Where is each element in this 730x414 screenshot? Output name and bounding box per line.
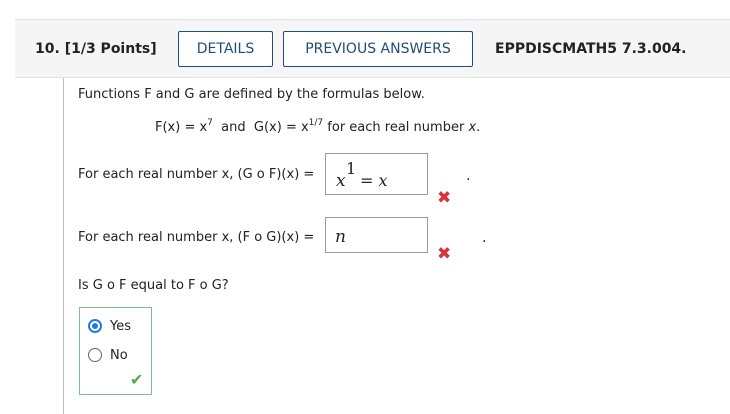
problem-formula: F(x) = x7 and G(x) = x1/7 for each real …: [155, 118, 481, 136]
part1-answer-rest: = x: [360, 171, 388, 190]
option-yes-label: Yes: [110, 319, 131, 334]
formula-f: F(x) = x: [155, 120, 208, 135]
part3-prompt: Is G o F equal to F o G?: [78, 278, 229, 293]
formula-f-exponent: 7: [207, 118, 213, 128]
problem-intro: Functions F and G are defined by the for…: [78, 87, 425, 102]
question-points: [1/3 Points]: [64, 41, 157, 57]
part2-answer-field[interactable]: n: [325, 217, 428, 253]
part2-prompt: For each real number x, (F o G)(x) =: [78, 230, 315, 245]
correct-check-icon: ✔: [130, 370, 144, 389]
part2-period: .: [482, 230, 487, 246]
content-divider: [63, 78, 64, 414]
option-no-label: No: [110, 348, 128, 363]
part2-answer: n: [335, 227, 346, 247]
part1-answer-field[interactable]: x 1 = x: [325, 153, 428, 195]
question-header: 10. [1/3 Points] DETAILS PREVIOUS ANSWER…: [15, 19, 730, 78]
formula-var: x: [468, 120, 477, 135]
incorrect-x-icon: ✖: [437, 244, 452, 264]
formula-period: .: [476, 120, 481, 135]
part1-answer-exponent: 1: [346, 159, 357, 178]
formula-and: and: [221, 120, 246, 135]
question-number-points: 10. [1/3 Points]: [35, 41, 157, 57]
part1-prompt: For each real number x, (G o F)(x) =: [78, 167, 315, 182]
part1-answer-base: x: [336, 171, 346, 191]
radio-yes[interactable]: [88, 319, 102, 333]
formula-g: G(x) = x: [253, 120, 309, 135]
formula-tail: for each real number: [327, 120, 465, 135]
question-number: 10.: [35, 41, 60, 57]
radio-no[interactable]: [88, 348, 102, 362]
part1-period: .: [466, 168, 471, 184]
details-button[interactable]: DETAILS: [178, 31, 273, 67]
incorrect-x-icon: ✖: [437, 188, 452, 208]
previous-answers-button[interactable]: PREVIOUS ANSWERS: [283, 31, 473, 67]
formula-g-exponent: 1/7: [308, 118, 324, 128]
question-code: EPPDISCMATH5 7.3.004.: [495, 41, 687, 57]
answer-choices-box: Yes No ✔: [79, 307, 152, 395]
